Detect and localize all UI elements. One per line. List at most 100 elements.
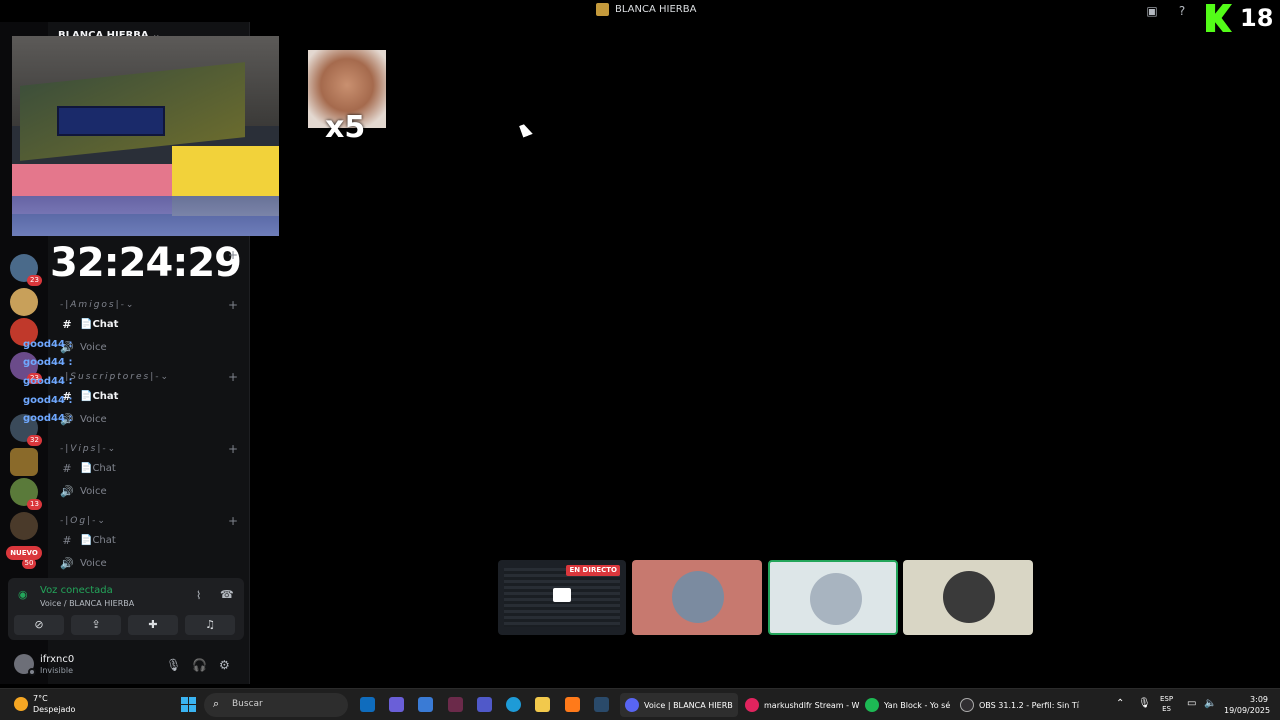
weather-description[interactable]: Despejado <box>33 705 75 714</box>
window-title: BLANCA HIERBA <box>596 3 696 16</box>
server-badge: 23 <box>27 275 42 286</box>
premiere-icon[interactable] <box>448 697 463 712</box>
activities-button[interactable]: ✚ <box>128 615 178 635</box>
category-suscriptores[interactable]: -|Suscriptores|-⌄ <box>60 372 170 382</box>
add-channel-icon[interactable]: + <box>228 248 238 262</box>
mouse-cursor-icon <box>519 122 533 138</box>
server-icon-2[interactable] <box>10 288 38 316</box>
app-icon[interactable] <box>565 697 580 712</box>
store-icon[interactable] <box>418 697 433 712</box>
microphone-tray-icon[interactable]: 🎙 <box>1138 698 1151 709</box>
language-top: ESP <box>1160 695 1174 703</box>
add-channel-icon[interactable]: + <box>228 514 238 528</box>
server-icon-6[interactable] <box>10 448 38 476</box>
taskbar-clock[interactable]: 3:09 19/09/2025 <box>1224 694 1271 716</box>
voice-channel-name[interactable]: Voice / BLANCA HIERBA <box>40 599 134 608</box>
server-icon-7[interactable]: 13 <box>10 478 42 510</box>
add-channel-icon[interactable]: + <box>228 370 238 384</box>
screen-share-icon: ⇪ <box>91 618 101 631</box>
signal-icon[interactable]: ◉ <box>18 588 28 601</box>
outlook-icon[interactable] <box>360 697 375 712</box>
voice-connected-panel: ◉ Voz conectada Voice / BLANCA HIERBA ⌇ … <box>8 578 244 640</box>
spotify-icon <box>865 698 879 712</box>
chat-overlay-line: good44 : <box>23 357 73 368</box>
windows-start-icon[interactable] <box>181 697 196 712</box>
voice-channel-icon: 🔊 <box>60 485 74 498</box>
title-bar: BLANCA HIERBA ▣ ? <box>0 0 1280 22</box>
volume-icon[interactable]: 🔈 <box>1204 698 1216 709</box>
screen-share-button[interactable]: ⇪ <box>71 615 121 635</box>
inbox-icon[interactable]: ▣ <box>1145 4 1159 18</box>
steam-icon[interactable] <box>594 697 609 712</box>
participant-tile-2-speaking[interactable] <box>768 560 898 635</box>
headphones-icon[interactable]: 🎧 <box>192 658 207 672</box>
disconnect-icon[interactable]: ☎ <box>220 588 234 601</box>
channel-vips-chat[interactable]: # 📄Chat <box>60 462 116 475</box>
task-spotify[interactable]: Yan Block - Yo sé <box>860 693 955 717</box>
weather-icon[interactable] <box>14 697 28 711</box>
camera-button[interactable]: ⊘ <box>14 615 64 635</box>
webcam-floor <box>12 196 279 236</box>
text-channel-icon: # <box>62 462 72 475</box>
participant-tile-1[interactable] <box>632 560 762 635</box>
channel-vips-voice[interactable]: 🔊 Voice <box>60 485 107 498</box>
network-icon[interactable]: ▭ <box>1187 698 1196 709</box>
channel-amigos-chat[interactable]: # 📄Chat <box>60 318 118 331</box>
user-status: Invisible <box>40 666 73 675</box>
language-bottom: ES <box>1162 705 1171 713</box>
clock-date: 19/09/2025 <box>1224 706 1271 715</box>
channel-label: Voice <box>80 486 107 497</box>
channel-label: Voice <box>80 414 107 425</box>
text-channel-icon: # <box>62 318 72 331</box>
category-og[interactable]: -|Og|-⌄ <box>60 516 107 526</box>
chevron-up-icon[interactable]: ⌃ <box>1116 698 1124 709</box>
screen-share-tile[interactable]: EN DIRECTO <box>498 560 626 635</box>
add-channel-icon[interactable]: + <box>228 442 238 456</box>
webcam-keyboard <box>57 106 165 136</box>
server-badge: 13 <box>27 499 42 510</box>
kick-logo-icon <box>1206 4 1232 32</box>
language-indicator[interactable]: ESP ES <box>1160 694 1173 714</box>
server-icon-8[interactable] <box>10 512 38 540</box>
file-explorer-icon[interactable] <box>535 697 550 712</box>
server-icon-1[interactable]: 23 <box>10 254 42 286</box>
emote-multiplier: x5 <box>325 110 366 145</box>
discord-icon <box>625 698 639 712</box>
soundboard-icon: ♫ <box>205 618 215 631</box>
voice-status: Voz conectada <box>40 585 113 596</box>
server-badge: 32 <box>27 435 42 446</box>
teams-icon[interactable] <box>477 697 492 712</box>
category-vips[interactable]: -|Vips|-⌄ <box>60 444 117 454</box>
channel-label: 📄Chat <box>80 391 119 402</box>
channel-label: 📄Chat <box>80 535 116 546</box>
soundboard-button[interactable]: ♫ <box>185 615 235 635</box>
username[interactable]: ifrxnc0 <box>40 654 74 665</box>
gear-icon[interactable]: ⚙ <box>219 658 230 672</box>
channel-og-voice[interactable]: 🔊 Voice <box>60 557 107 570</box>
copilot-icon[interactable] <box>389 697 404 712</box>
invisible-status-icon <box>28 668 36 676</box>
task-discord[interactable]: Voice | BLANCA HIERB <box>620 693 738 717</box>
clock-time: 3:09 <box>1250 695 1268 704</box>
help-icon[interactable]: ? <box>1175 4 1189 18</box>
weather-temperature[interactable]: 7°C <box>33 694 48 703</box>
channel-og-chat[interactable]: # 📄Chat <box>60 534 116 547</box>
channel-label: 📄Chat <box>80 463 116 474</box>
chat-overlay-line: good44 : <box>23 339 73 350</box>
browser-icon <box>745 698 759 712</box>
text-channel-icon: # <box>62 534 72 547</box>
participant-avatar <box>810 573 862 625</box>
add-channel-icon[interactable]: + <box>228 298 238 312</box>
microphone-icon[interactable]: 🎙 <box>166 658 181 672</box>
participant-tile-3[interactable] <box>903 560 1033 635</box>
task-obs[interactable]: OBS 31.1.2 - Perfil: Sin Tí <box>955 693 1084 717</box>
task-browser[interactable]: markushdlfr Stream - W <box>740 693 864 717</box>
noise-suppression-icon[interactable]: ⌇ <box>196 589 201 602</box>
gamepad-icon: ✚ <box>148 618 158 631</box>
channel-label: Voice <box>80 558 107 569</box>
participant-avatar <box>943 571 995 623</box>
camera-off-icon: ⊘ <box>34 618 44 631</box>
edge-icon[interactable] <box>506 697 521 712</box>
category-amigos[interactable]: -|Amigos|-⌄ <box>60 300 135 310</box>
taskbar-search[interactable]: ⌕ Buscar <box>204 693 348 717</box>
